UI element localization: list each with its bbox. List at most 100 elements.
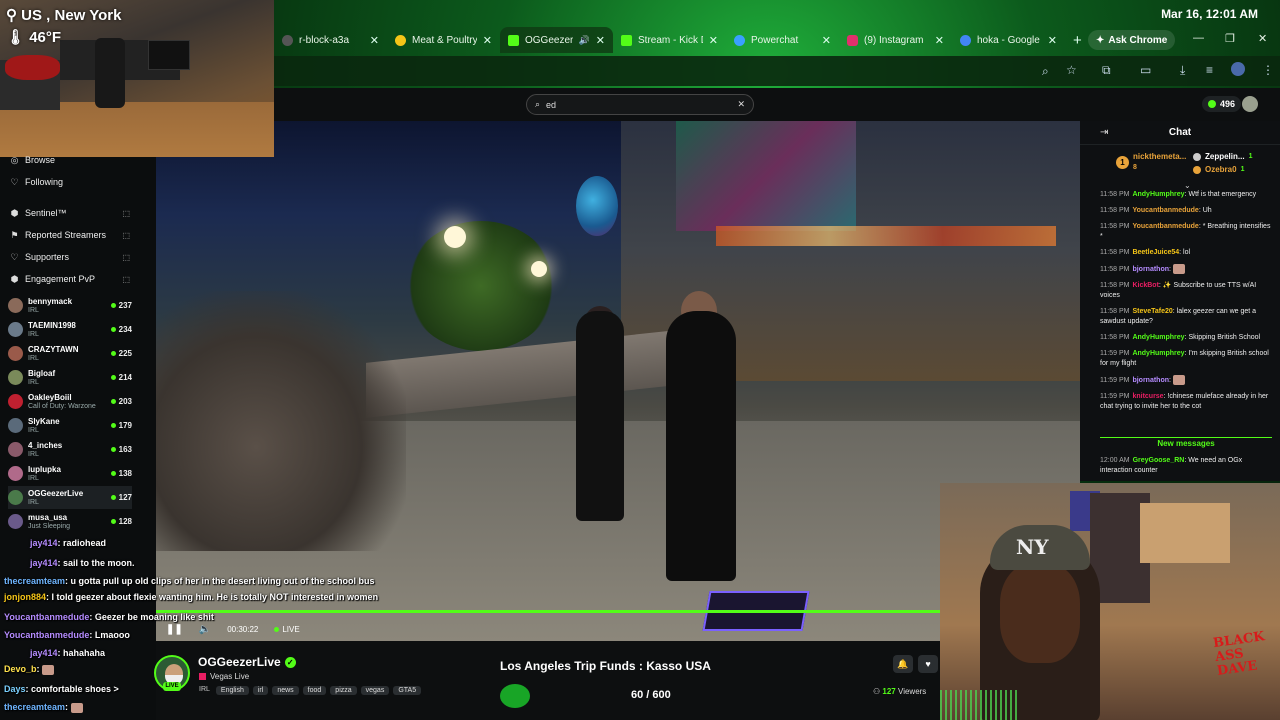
stream-tag[interactable]: pizza bbox=[330, 686, 357, 695]
profile-avatar-icon[interactable] bbox=[1231, 62, 1245, 76]
chat-message[interactable]: 11:58 PM AndyHumphrey: Skipping British S… bbox=[1100, 333, 1275, 343]
close-icon[interactable]: ✕ bbox=[709, 34, 718, 47]
browser-tab-active[interactable]: OGGeezerLi 🔊 ✕ bbox=[500, 27, 613, 53]
stream-tag[interactable]: food bbox=[302, 686, 327, 695]
volume-icon[interactable]: 🔈 bbox=[199, 624, 211, 635]
close-icon[interactable]: ✕ bbox=[596, 34, 605, 47]
chat-message[interactable]: 11:58 PM AndyHumphrey: Wtf is that emerge… bbox=[1100, 190, 1275, 200]
pause-icon[interactable]: ❚❚ bbox=[166, 624, 183, 635]
chat-message[interactable]: 11:58 PM bjornathon: bbox=[1100, 264, 1275, 275]
chat-message[interactable]: 11:58 PM Youcantbanmedude: * Breathing in… bbox=[1100, 222, 1275, 242]
new-messages-divider[interactable]: New messages bbox=[1100, 437, 1272, 449]
ask-chrome-button[interactable]: ✦ Ask Chrome bbox=[1088, 30, 1176, 50]
browser-tab[interactable]: r-block-a3a ✕ bbox=[274, 27, 387, 53]
browser-tab[interactable]: hoka - Google ✕ bbox=[952, 27, 1065, 53]
chat-message[interactable]: 11:59 PM AndyHumphrey: I'm skipping Briti… bbox=[1100, 349, 1275, 369]
user-avatar[interactable] bbox=[1242, 96, 1258, 112]
chat-username[interactable]: Youcantbanmedude bbox=[1132, 223, 1198, 230]
sidebar-channel[interactable]: OGGeezerLive IRL 127 bbox=[8, 486, 132, 509]
close-icon[interactable]: ✕ bbox=[822, 34, 831, 47]
streamer-name[interactable]: OGGeezerLive ✓ bbox=[198, 655, 296, 669]
live-dot-icon bbox=[110, 471, 116, 476]
follow-heart-icon[interactable]: ♥ bbox=[918, 655, 938, 673]
chat-username[interactable]: knitcurse bbox=[1132, 393, 1163, 400]
chat-message[interactable]: 11:58 PM BeetleJuice54: lol bbox=[1100, 248, 1275, 258]
video-progress-bar[interactable] bbox=[156, 610, 940, 613]
top-gifter[interactable]: Ozebra0 1 bbox=[1193, 165, 1244, 174]
expand-gifters-icon[interactable]: ⌄ bbox=[1184, 181, 1191, 190]
channel-category: IRL bbox=[28, 450, 39, 458]
close-icon[interactable]: ✕ bbox=[370, 34, 379, 47]
chat-username[interactable]: AndyHumphrey bbox=[1132, 350, 1184, 357]
chat-username[interactable]: KickBot bbox=[1132, 282, 1158, 289]
media-icon[interactable]: ≡ bbox=[1206, 63, 1213, 77]
chat-message[interactable]: 11:59 PM bjornathon: bbox=[1100, 374, 1275, 386]
top-gifter[interactable]: Zeppelin... 1 bbox=[1193, 152, 1252, 161]
emote-icon bbox=[42, 664, 55, 675]
channel-viewers: 214 bbox=[110, 373, 132, 382]
clear-search-icon[interactable]: ✕ bbox=[737, 99, 745, 110]
sidebar-nav-item[interactable]: ♡ Supporters ⬚ bbox=[0, 248, 138, 266]
window-close-icon[interactable]: ✕ bbox=[1258, 32, 1267, 45]
top-gifter[interactable]: 1 nickthemeta... 8 bbox=[1116, 152, 1186, 173]
chat-username[interactable]: GreyGoose_RN bbox=[1133, 457, 1185, 464]
sidebar-channel[interactable]: Bigloaf IRL 214 bbox=[8, 366, 132, 389]
sidebar-nav-item[interactable]: ⬢ Sentinel™ ⬚ bbox=[0, 204, 138, 222]
sidebar-nav-item[interactable]: ⬢ Engagement PvP ⬚ bbox=[0, 270, 138, 288]
browser-tab[interactable]: Stream - Kick D ✕ bbox=[613, 27, 726, 53]
sidebar-channel[interactable]: SlyKane IRL 179 bbox=[8, 414, 132, 437]
search-input[interactable]: ⌕ ed ✕ bbox=[526, 94, 754, 115]
emote-icon bbox=[1172, 374, 1185, 385]
speaker-icon[interactable]: 🔊 bbox=[579, 35, 590, 46]
browser-tab[interactable]: Meat & Poultry ✕ bbox=[387, 27, 500, 53]
sidebar-nav-item[interactable]: ♡ Following bbox=[0, 173, 138, 191]
sidebar-channel[interactable]: OakleyBoiil Call of Duty: Warzone 203 bbox=[8, 390, 132, 413]
chat-username[interactable]: SteveTafe20 bbox=[1132, 308, 1172, 315]
more-menu-icon[interactable]: ⋮ bbox=[1262, 63, 1274, 77]
close-icon[interactable]: ✕ bbox=[935, 34, 944, 47]
extensions-icon[interactable]: ⧉ bbox=[1102, 63, 1111, 78]
sidebar-nav-item[interactable]: ⚑ Reported Streamers ⬚ bbox=[0, 226, 138, 244]
stream-tag[interactable]: irl bbox=[252, 686, 269, 695]
star-icon[interactable]: ☆ bbox=[1066, 63, 1077, 77]
chat-username[interactable]: AndyHumphrey bbox=[1132, 334, 1184, 341]
close-icon[interactable]: ✕ bbox=[483, 34, 492, 47]
minimize-icon[interactable]: — bbox=[1193, 32, 1204, 44]
chat-message[interactable]: 11:59 PM knitcurse: !chinese muleface alr… bbox=[1100, 392, 1275, 412]
chat-message[interactable]: 11:58 PM KickBot: ✨ Subscribe to use TTS … bbox=[1100, 281, 1275, 301]
tab-title: Meat & Poultry bbox=[412, 34, 477, 46]
close-icon[interactable]: ✕ bbox=[1048, 34, 1057, 47]
download-icon[interactable]: ⤓ bbox=[1180, 63, 1185, 78]
browser-tab[interactable]: (9) Instagram ✕ bbox=[839, 27, 952, 53]
chat-message[interactable]: 11:58 PM Youcantbanmedude: Uh bbox=[1100, 206, 1275, 216]
stream-tag[interactable]: news bbox=[272, 686, 299, 695]
new-tab-button[interactable]: + bbox=[1065, 32, 1090, 49]
collapse-chat-icon[interactable]: ⇥ bbox=[1100, 127, 1108, 138]
maximize-icon[interactable]: ❐ bbox=[1225, 32, 1235, 45]
stream-tag[interactable]: GTA5 bbox=[393, 686, 422, 695]
cast-icon[interactable]: ▭ bbox=[1140, 63, 1151, 77]
chat-username[interactable]: Youcantbanmedude bbox=[1132, 207, 1198, 214]
chat-message[interactable]: 12:00 AM GreyGoose_RN: We need an OGx int… bbox=[1100, 456, 1275, 476]
chat-username[interactable]: AndyHumphrey bbox=[1132, 191, 1184, 198]
chat-username[interactable]: bjornathon bbox=[1132, 266, 1169, 273]
kicks-balance[interactable]: 496 bbox=[1202, 96, 1242, 112]
chat-message[interactable]: 11:58 PM SteveTafe20: lalex geezer can we… bbox=[1100, 307, 1275, 327]
notification-bell-icon[interactable]: 🔔 bbox=[893, 655, 913, 673]
zoom-search-icon[interactable]: ⌕ bbox=[1042, 64, 1049, 79]
sidebar-channel[interactable]: TAEMIN1998 IRL 234 bbox=[8, 318, 132, 341]
sidebar-channel[interactable]: CRAZYTAWN IRL 225 bbox=[8, 342, 132, 365]
external-link-icon: ⬚ bbox=[122, 208, 130, 218]
browser-tab[interactable]: Powerchat ✕ bbox=[726, 27, 839, 53]
sidebar-channel[interactable]: 4_inches IRL 163 bbox=[8, 438, 132, 461]
sidebar-nav-item[interactable]: ◎ Browse bbox=[0, 151, 138, 169]
chat-username[interactable]: BeetleJuice54 bbox=[1132, 249, 1179, 256]
stream-tag[interactable]: English bbox=[215, 686, 249, 695]
stream-tag[interactable]: vegas bbox=[360, 686, 390, 695]
stream-category[interactable]: IRL bbox=[199, 686, 210, 695]
sidebar-channel[interactable]: musa_usa Just Sleeping 128 bbox=[8, 510, 132, 533]
sidebar-channel[interactable]: bennymack IRL 237 bbox=[8, 294, 132, 317]
chat-username[interactable]: bjornathon bbox=[1132, 377, 1169, 384]
sidebar-channel[interactable]: luplupka IRL 138 bbox=[8, 462, 132, 485]
channel-viewers: 234 bbox=[110, 325, 132, 334]
